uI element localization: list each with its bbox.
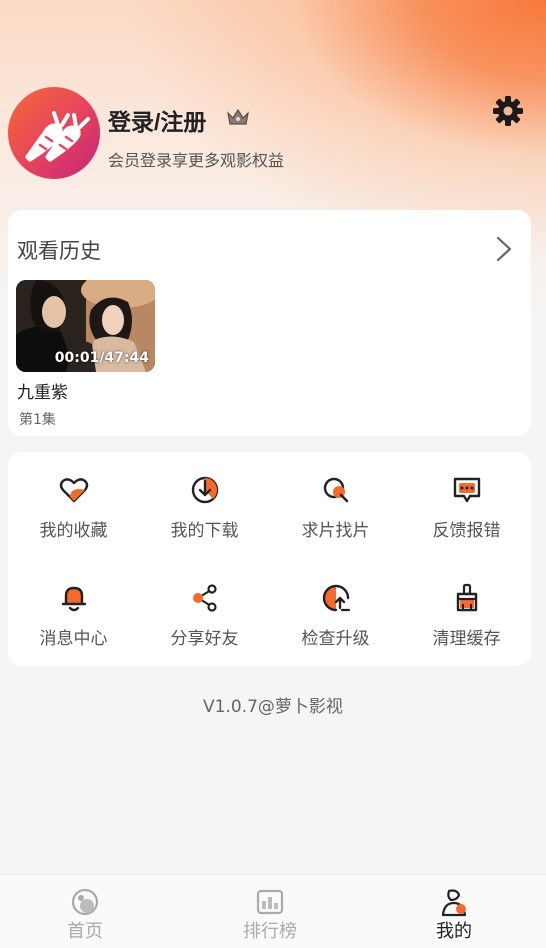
download-icon [189,474,221,506]
menu-item-feedback[interactable]: 反馈报错 [401,452,532,542]
login-subtitle: 会员登录享更多观影权益 [108,151,285,170]
menu-label: 反馈报错 [432,521,501,541]
menu-label: 消息中心 [39,629,108,649]
login-register-link[interactable]: 登录/注册 [108,103,206,137]
history-title: 观看历史 [17,239,101,263]
menu-label: 检查升级 [301,629,370,649]
tab-label: 我的 [436,921,472,942]
profile-header: 登录/注册 会员登录享更多观影权益 [8,87,538,182]
chart-icon [255,887,285,921]
video-progress-time: 00:01/47:44 [54,350,149,366]
profile-icon [439,887,469,921]
menu-item-favorites[interactable]: 我的收藏 [8,452,139,542]
feedback-icon [451,474,483,506]
heart-icon [58,474,90,506]
menu-item-share[interactable]: 分享好友 [139,560,270,650]
bell-icon [58,582,90,614]
history-video-episode: 第1集 [19,412,56,428]
tab-label: 首页 [67,921,103,942]
carrot-logo-icon [25,111,90,162]
tab-ranking[interactable]: 排行榜 [210,875,330,948]
menu-item-clear-cache[interactable]: 清理缓存 [401,560,532,650]
search-icon [320,474,352,506]
menu-item-downloads[interactable]: 我的下载 [139,452,270,542]
menu-item-messages[interactable]: 消息中心 [8,560,139,650]
crown-icon [226,107,250,131]
gear-icon[interactable] [492,95,524,131]
chevron-right-icon[interactable] [495,235,513,267]
menu-label: 我的下载 [170,521,239,541]
function-menu-card: 我的收藏 我的下载 求片找片 反馈报错 消息中心 分享好友 检查升级 清理缓存 [8,452,531,666]
tab-mine[interactable]: 我的 [394,875,514,948]
share-icon [189,582,221,614]
menu-label: 清理缓存 [432,629,501,649]
bottom-tab-bar: 首页 排行榜 我的 [0,874,546,948]
history-video-title[interactable]: 九重紫 [17,378,68,403]
tab-home[interactable]: 首页 [25,875,145,948]
menu-item-request[interactable]: 求片找片 [270,452,401,542]
history-video-thumbnail[interactable]: 00:01/47:44 [16,280,155,372]
app-version: V1.0.7@萝卜影视 [203,697,343,717]
menu-item-upgrade[interactable]: 检查升级 [270,560,401,650]
home-icon [70,887,100,921]
broom-icon [451,582,483,614]
menu-label: 求片找片 [301,521,370,541]
upgrade-icon [320,582,352,614]
menu-label: 分享好友 [170,629,239,649]
avatar[interactable] [8,87,100,179]
tab-label: 排行榜 [243,921,297,942]
menu-label: 我的收藏 [39,521,108,541]
watch-history-card: 观看历史 00:01/47:44 九重紫 第1集 [8,210,531,436]
